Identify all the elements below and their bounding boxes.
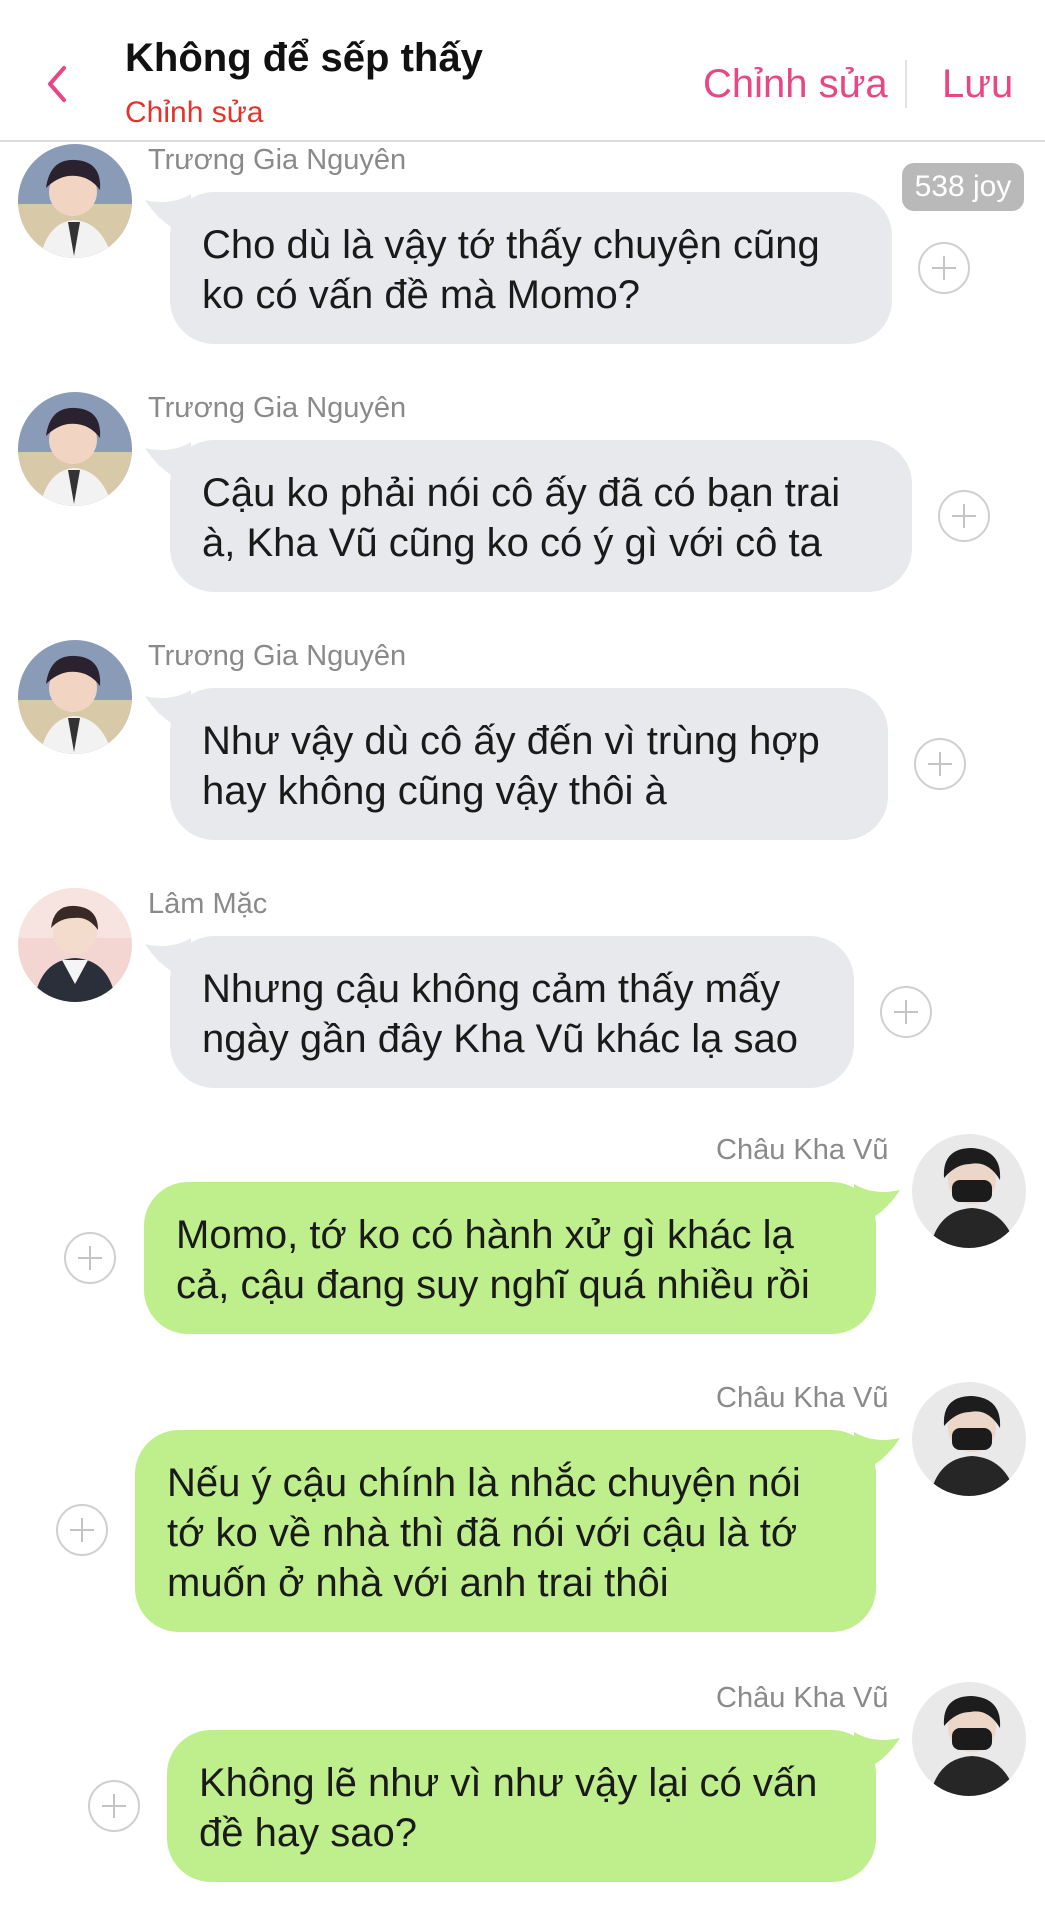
avatar[interactable] [18,640,132,754]
avatar[interactable] [18,392,132,506]
header-divider [905,60,907,108]
edit-button[interactable]: Chỉnh sửa [703,62,888,107]
avatar[interactable] [18,144,132,258]
message-line: cả, cậu đang suy nghĩ quá nhiều rồi [176,1263,810,1307]
back-button[interactable] [38,64,78,104]
sender-name: Trương Gia Nguyên [148,392,407,424]
message-line: Cho dù là vậy tớ thấy chuyện cũng [202,223,820,267]
message-bubble[interactable]: Momo, tớ ko có hành xử gì khác lạ cả, cậ… [144,1182,876,1334]
message-line: hay không cũng vậy thôi à [202,769,667,813]
sender-name: Châu Kha Vũ [716,1382,889,1414]
add-reaction-button[interactable] [64,1232,116,1284]
top-bar: Không để sếp thấy Chỉnh sửa Chỉnh sửa Lư… [0,0,1045,142]
message-row: Trương Gia Nguyên Cho dù là vậy tớ thấy … [0,140,1045,350]
add-reaction-button[interactable] [56,1504,108,1556]
message-bubble[interactable]: Không lẽ như vì như vậy lại có vấn đề ha… [167,1730,876,1882]
message-bubble[interactable]: Cho dù là vậy tớ thấy chuyện cũng ko có … [170,192,892,344]
add-reaction-button[interactable] [88,1780,140,1832]
chat-title: Không để sếp thấy [125,36,483,80]
avatar[interactable] [912,1682,1026,1796]
add-reaction-button[interactable] [938,490,990,542]
chat-subtitle[interactable]: Chỉnh sửa [125,96,264,130]
message-line: Như vậy dù cô ấy đến vì trùng hợp [202,719,820,763]
message-line: à, Kha Vũ cũng ko có ý gì với cô ta [202,521,822,565]
avatar[interactable] [18,888,132,1002]
sender-name: Trương Gia Nguyên [148,640,407,672]
sender-name: Châu Kha Vũ [716,1134,889,1166]
message-row: Châu Kha Vũ Nếu ý cậu chính là nhắc chuy… [0,1380,1045,1640]
save-button[interactable]: Lưu [942,62,1013,107]
add-reaction-button[interactable] [914,738,966,790]
message-line: muốn ở nhà với anh trai thôi [167,1561,669,1605]
add-reaction-button[interactable] [880,986,932,1038]
message-line: Không lẽ như vì như vậy lại có vấn [199,1761,818,1805]
message-line: Nhưng cậu không cảm thấy mấy [202,967,781,1011]
message-bubble[interactable]: Như vậy dù cô ấy đến vì trùng hợp hay kh… [170,688,888,840]
message-row: Lâm Mặc Nhưng cậu không cảm thấy mấy ngà… [0,884,1045,1094]
sender-name: Trương Gia Nguyên [148,144,407,176]
chevron-left-icon [48,66,66,102]
message-line: ko có vấn đề mà Momo? [202,273,640,317]
message-line: Cậu ko phải nói cô ấy đã có bạn trai [202,471,841,515]
message-line: Nếu ý cậu chính là nhắc chuyện nói [167,1461,801,1505]
message-line: tớ ko về nhà thì đã nói với cậu là tớ [167,1511,798,1555]
message-row: Châu Kha Vũ Momo, tớ ko có hành xử gì kh… [0,1132,1045,1342]
message-row: Châu Kha Vũ Không lẽ như vì như vậy lại … [0,1680,1045,1890]
message-bubble[interactable]: Nhưng cậu không cảm thấy mấy ngày gần đâ… [170,936,854,1088]
message-line: Momo, tớ ko có hành xử gì khác lạ [176,1213,794,1257]
message-line: đề hay sao? [199,1811,417,1855]
message-row: Trương Gia Nguyên Như vậy dù cô ấy đến v… [0,636,1045,846]
sender-name: Châu Kha Vũ [716,1682,889,1714]
message-bubble[interactable]: Nếu ý cậu chính là nhắc chuyện nói tớ ko… [135,1430,876,1632]
avatar[interactable] [912,1134,1026,1248]
add-reaction-button[interactable] [918,242,970,294]
message-row: Trương Gia Nguyên Cậu ko phải nói cô ấy … [0,388,1045,598]
sender-name: Lâm Mặc [148,888,268,920]
message-bubble[interactable]: Cậu ko phải nói cô ấy đã có bạn trai à, … [170,440,912,592]
avatar[interactable] [912,1382,1026,1496]
message-line: ngày gần đây Kha Vũ khác lạ sao [202,1017,798,1061]
